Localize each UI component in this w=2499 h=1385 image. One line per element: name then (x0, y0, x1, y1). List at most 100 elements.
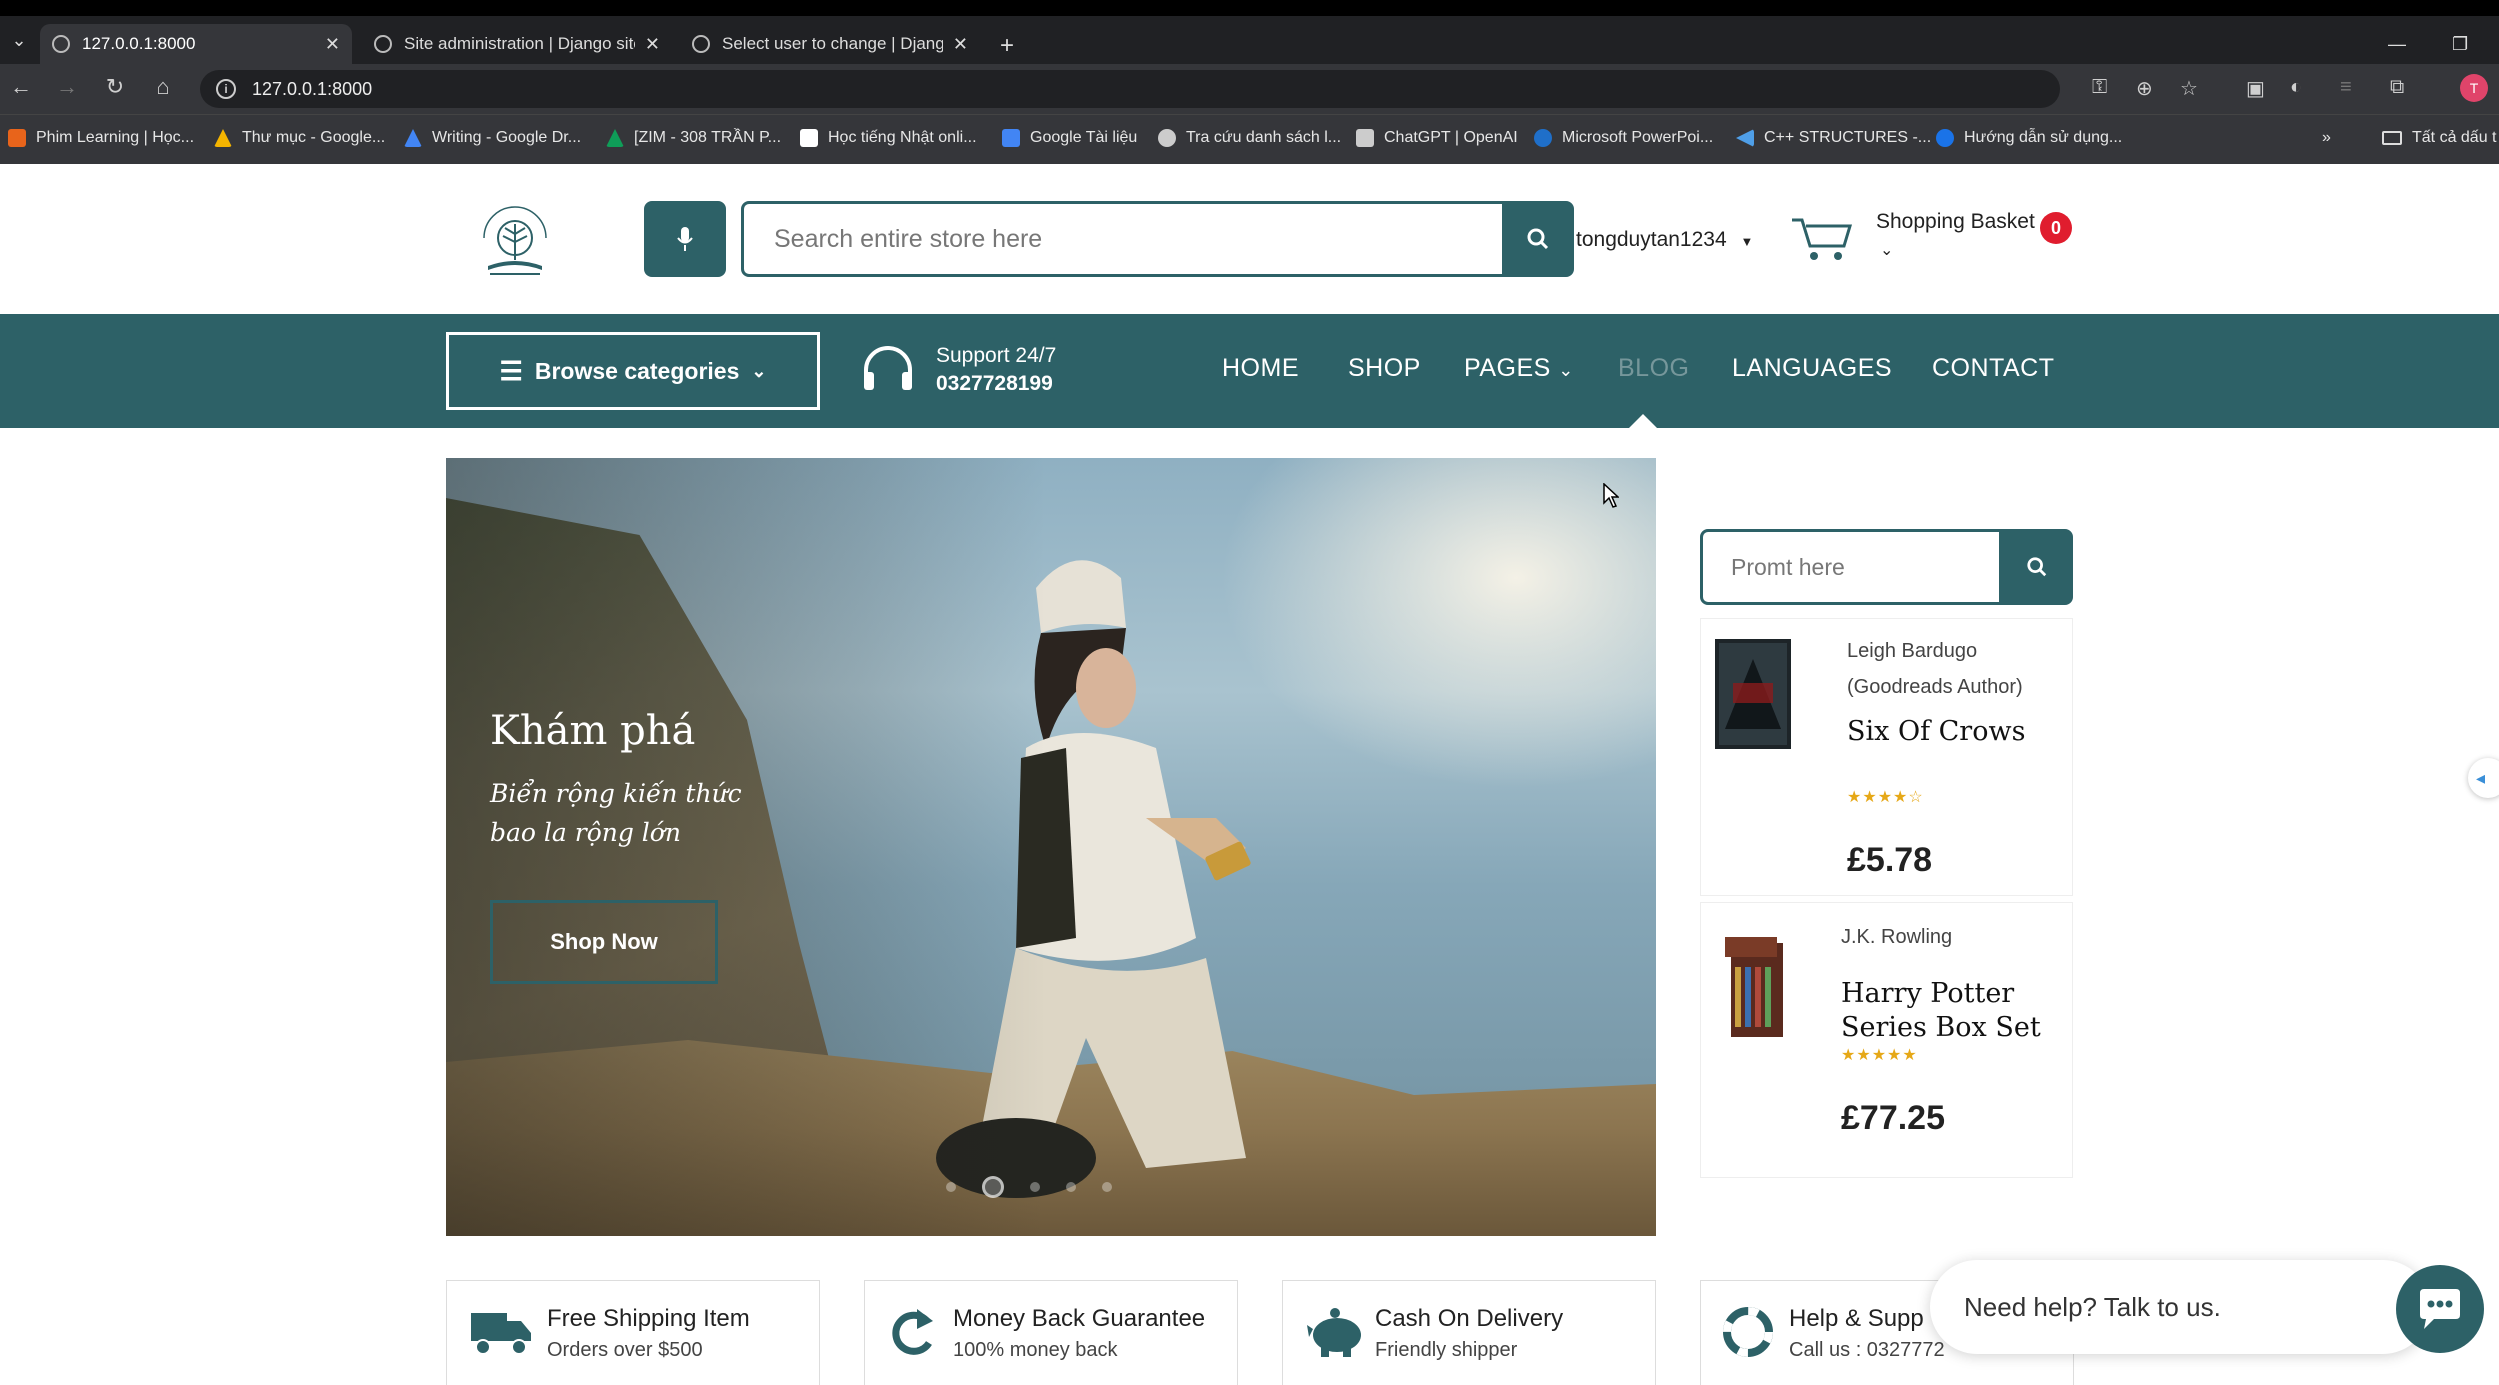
chat-prompt-bubble[interactable]: Need help? Talk to us. (1930, 1260, 2430, 1354)
nav-pages[interactable]: PAGES ⌄ (1464, 354, 1574, 383)
chevron-down-icon[interactable]: ⌄ (1880, 240, 1893, 260)
restore-button[interactable]: ❐ (2452, 34, 2468, 55)
bookmark-label: Phim Learning | Học... (36, 129, 195, 146)
bookmark-item[interactable]: Writing - Google Dr... (404, 129, 581, 147)
book-title[interactable]: Six Of Crows (1847, 715, 2025, 749)
zoom-icon[interactable]: ⊕ (2136, 76, 2153, 101)
book-rating: ★★★★☆ (1847, 789, 1924, 806)
book-cover-image[interactable] (1725, 937, 1787, 1041)
carousel-dot[interactable] (946, 1182, 956, 1192)
search-button[interactable] (1502, 201, 1574, 277)
tab-site-administration[interactable]: Site administration | Django site ✕ (362, 24, 672, 64)
all-bookmarks-folder[interactable]: Tất cả dấu t (2382, 129, 2497, 147)
feature-subtitle: 100% money back (953, 1339, 1118, 1361)
extension-icon[interactable]: ≡ (2340, 76, 2352, 99)
book-title[interactable]: Harry Potter Series Box Set (1841, 977, 2061, 1045)
nav-languages[interactable]: LANGUAGES (1732, 354, 1892, 383)
bookmark-item[interactable]: Microsoft PowerPoi... (1534, 129, 1713, 147)
ai-prompt-search (1700, 529, 2002, 605)
color-extension-icon[interactable]: ◐ (2290, 76, 2302, 99)
carousel-dot[interactable] (1066, 1182, 1076, 1192)
book-price: £77.25 (1841, 1099, 1945, 1137)
minimize-button[interactable]: — (2388, 34, 2406, 55)
hamburger-icon: ☰ (499, 355, 523, 386)
chevron-left-icon (1736, 129, 1754, 147)
globe-icon (52, 35, 70, 53)
bookmark-label: Thư mục - Google... (242, 129, 386, 146)
chevron-down-icon: ⌄ (1558, 360, 1574, 380)
bookmark-item[interactable]: Học tiếng Nhật onli... (800, 129, 977, 147)
basket-label[interactable]: Shopping Basket (1876, 210, 2035, 234)
back-button[interactable]: ← (6, 74, 36, 100)
home-button[interactable]: ⌂ (148, 74, 178, 100)
book-cover-image[interactable] (1715, 639, 1791, 749)
reload-button[interactable]: ↻ (100, 74, 130, 100)
blue-circle-icon (1936, 129, 1954, 147)
puzzle-icon[interactable]: ⧉ (2390, 76, 2404, 99)
bookmark-label: [ZIM - 308 TRẦN P... (634, 129, 782, 146)
tab-select-user[interactable]: Select user to change | Django ✕ (680, 24, 980, 64)
bookmark-item[interactable]: Tra cứu danh sách l... (1158, 129, 1341, 147)
bookmark-item[interactable]: Thư mục - Google... (214, 129, 385, 147)
book-card[interactable]: Leigh Bardugo (Goodreads Author) Six Of … (1700, 618, 2073, 896)
hero-title: Khám phá (490, 708, 696, 754)
feature-subtitle: Friendly shipper (1375, 1339, 1518, 1361)
new-tab-button[interactable]: + (1000, 32, 1014, 60)
nav-contact[interactable]: CONTACT (1932, 354, 2054, 383)
nav-shop[interactable]: SHOP (1348, 354, 1421, 383)
feature-money-back: Money Back Guarantee 100% money back (864, 1280, 1238, 1385)
carousel-dots (946, 1176, 1112, 1198)
book-rating: ★★★★★ (1841, 1047, 1918, 1064)
tab-localhost[interactable]: 127.0.0.1:8000 ✕ (40, 24, 352, 64)
feature-title: Money Back Guarantee (953, 1305, 1206, 1332)
browse-categories-label: Browse categories (534, 357, 740, 384)
globe-icon (374, 35, 392, 53)
bookmark-item[interactable]: Google Tài liệu (1002, 129, 1137, 147)
star-icon[interactable]: ☆ (2180, 76, 2198, 101)
prompt-search-button[interactable] (2000, 529, 2073, 605)
google-drive-icon (214, 129, 232, 147)
more-bookmarks-button[interactable]: » (2322, 129, 2331, 147)
bookmark-label: Học tiếng Nhật onli... (828, 129, 977, 146)
bookmark-item[interactable]: Phim Learning | Học... (8, 129, 194, 147)
search-input[interactable] (774, 224, 1503, 254)
carousel-dot-active[interactable] (982, 1176, 1004, 1198)
tab-title: 127.0.0.1:8000 (82, 34, 196, 53)
book-card[interactable]: J.K. Rowling Harry Potter Series Box Set… (1700, 902, 2073, 1178)
feature-title: Free Shipping Item (547, 1305, 750, 1332)
folder-icon (2382, 131, 2402, 145)
bookmark-icon (800, 129, 818, 147)
bookmark-item[interactable]: ChatGPT | OpenAI (1356, 129, 1518, 147)
nav-pages-label: PAGES (1464, 354, 1551, 382)
voice-search-button[interactable] (644, 201, 726, 277)
forward-button[interactable]: → (52, 74, 82, 100)
chat-button[interactable] (2396, 1265, 2484, 1353)
close-icon[interactable]: ✕ (953, 34, 968, 55)
store-logo[interactable] (470, 204, 560, 284)
carousel-dot[interactable] (1030, 1182, 1040, 1192)
nav-home[interactable]: HOME (1222, 354, 1299, 383)
info-icon[interactable]: i (216, 79, 236, 99)
profile-avatar[interactable]: T (2460, 74, 2488, 102)
bookmark-item[interactable]: C++ STRUCTURES -... (1736, 129, 1931, 147)
close-icon[interactable]: ✕ (325, 34, 340, 55)
tab-search-button[interactable]: ⌄ (8, 26, 30, 54)
user-menu[interactable]: tongduytan1234 ▼ (1576, 228, 1753, 252)
floating-helper-icon[interactable]: ◂ (2468, 758, 2499, 798)
shopping-cart-icon[interactable] (1790, 214, 1854, 269)
google-drive-icon (404, 129, 422, 147)
extension-icon[interactable]: ▣ (2246, 76, 2265, 101)
nav-blog[interactable]: BLOG (1618, 354, 1689, 383)
prompt-input[interactable] (1731, 553, 1999, 581)
carousel-dot[interactable] (1102, 1182, 1112, 1192)
tab-title: Select user to change | Django (722, 34, 943, 53)
bookmark-item[interactable]: [ZIM - 308 TRẦN P... (606, 129, 781, 147)
openai-icon (1356, 129, 1374, 147)
edge-icon (1534, 129, 1552, 147)
password-key-icon[interactable]: ⚿ (2092, 76, 2107, 99)
close-icon[interactable]: ✕ (645, 34, 660, 55)
browse-categories-button[interactable]: ☰ Browse categories ⌄ (446, 332, 820, 410)
shop-now-button[interactable]: Shop Now (490, 900, 718, 984)
url-field[interactable]: i 127.0.0.1:8000 (200, 70, 2060, 108)
bookmark-item[interactable]: Hướng dẫn sử dụng... (1936, 129, 2122, 147)
